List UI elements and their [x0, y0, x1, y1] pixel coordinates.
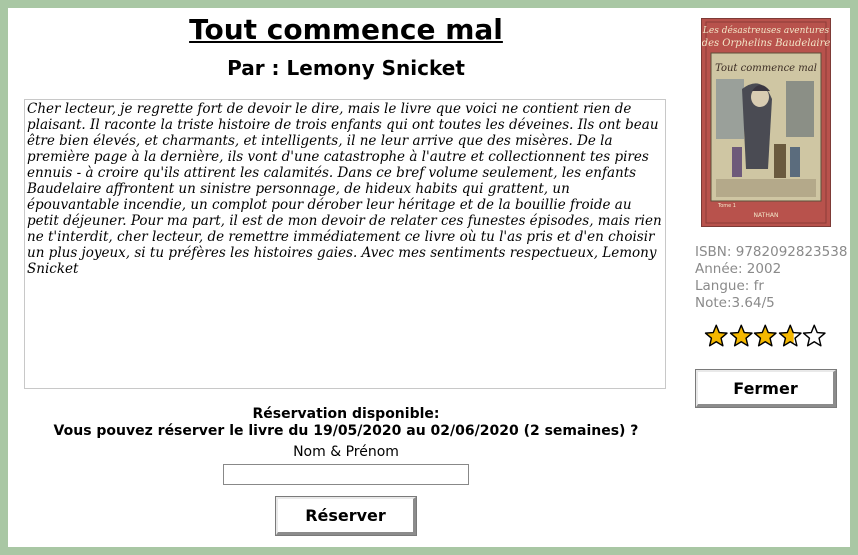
- book-author: Par : Lemony Snicket: [227, 56, 465, 80]
- year-text: Année: 2002: [695, 261, 782, 277]
- book-description[interactable]: Cher lecteur, je regrette fort de devoir…: [24, 99, 666, 389]
- name-label: Nom & Prénom: [293, 444, 399, 460]
- cover-series-line1: Les désastreuses aventures: [702, 25, 829, 36]
- reserve-button[interactable]: Réserver: [275, 496, 417, 536]
- language-text: Langue: fr: [695, 278, 764, 294]
- cover-publisher: NATHAN: [754, 212, 779, 219]
- book-cover-image: Les désastreuses aventures des Orphelins…: [702, 19, 830, 226]
- book-metadata: ISBN: 9782092823538 Année: 2002 Langue: …: [695, 244, 848, 312]
- rating-text: Note:3.64/5: [695, 295, 775, 311]
- star-icon: [802, 324, 826, 347]
- isbn-text: ISBN: 9782092823538: [695, 244, 848, 260]
- cover-title: Tout commence mal: [715, 63, 817, 74]
- book-title: Tout commence mal: [189, 13, 503, 46]
- close-button[interactable]: Fermer: [695, 369, 837, 408]
- cover-tome: Tome 1: [717, 203, 736, 209]
- cover-series-line2: des Orphelins Baudelaire: [702, 38, 830, 49]
- book-cover-illustration: Les désastreuses aventures des Orphelins…: [702, 19, 830, 226]
- book-detail-window: Tout commence mal Par : Lemony Snicket C…: [8, 8, 850, 547]
- star-icon: [729, 324, 753, 347]
- reservation-question: Vous pouvez réserver le livre du 19/05/2…: [53, 423, 639, 439]
- star-icon: [704, 324, 728, 347]
- reservation-status: Réservation disponible:: [252, 406, 440, 422]
- star-icon: [753, 324, 777, 347]
- rating-stars: [704, 323, 828, 349]
- name-input[interactable]: [223, 464, 469, 485]
- star-icon: [778, 324, 802, 347]
